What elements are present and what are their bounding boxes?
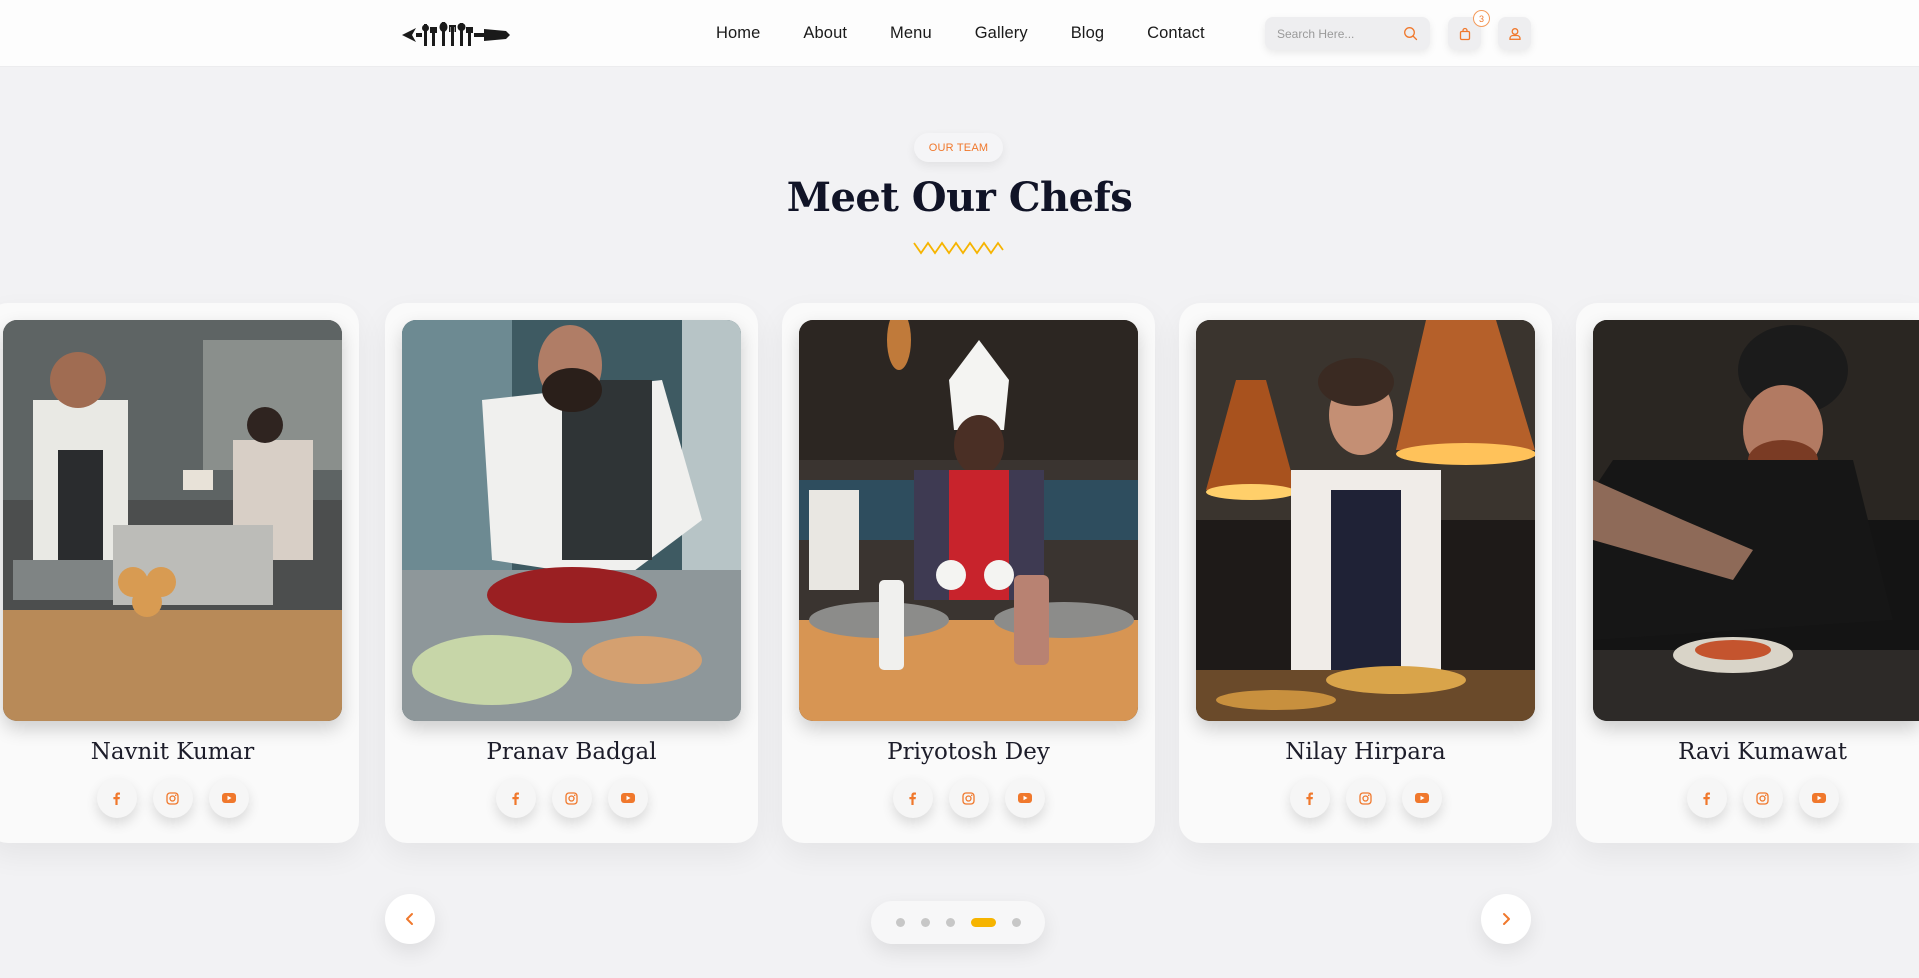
social-links <box>0 778 359 818</box>
youtube-link[interactable] <box>1798 778 1839 818</box>
slider-dot-active[interactable] <box>970 918 996 927</box>
facebook-icon <box>113 792 120 805</box>
nav-menu[interactable]: Menu <box>890 24 932 43</box>
facebook-icon <box>1306 792 1313 805</box>
facebook-link[interactable] <box>1289 778 1330 818</box>
forks-spoons-logo-icon[interactable] <box>402 20 510 50</box>
social-links <box>385 778 758 818</box>
section-tag: OUR TEAM <box>914 133 1003 162</box>
chef-name: Ravi Kumawat <box>1678 739 1847 765</box>
section-title: Meet Our Chefs <box>786 174 1133 221</box>
facebook-icon <box>512 792 519 805</box>
user-icon <box>1508 27 1521 40</box>
chevron-left-icon <box>406 913 413 925</box>
chef-card: Nilay Hirpara <box>1179 303 1552 843</box>
instagram-link[interactable] <box>1345 778 1386 818</box>
chef-card: Priyotosh Dey <box>782 303 1155 843</box>
main-nav: Home About Menu Gallery Blog Contact <box>716 0 1248 67</box>
chef-under-copper-lamps-photo <box>1196 320 1535 721</box>
chef-name: Nilay Hirpara <box>1285 739 1446 765</box>
search-icon[interactable] <box>1403 26 1418 41</box>
nav-blog[interactable]: Blog <box>1071 24 1104 43</box>
facebook-link[interactable] <box>495 778 536 818</box>
instagram-icon <box>1756 791 1769 805</box>
chef-plating-dish-photo <box>1593 320 1919 721</box>
user-button[interactable] <box>1498 17 1531 50</box>
slider-dot[interactable] <box>920 918 930 927</box>
facebook-link[interactable] <box>96 778 137 818</box>
chef-slicing-meat-photo <box>402 320 741 721</box>
youtube-icon <box>221 793 236 803</box>
nav-gallery[interactable]: Gallery <box>975 24 1028 43</box>
facebook-link[interactable] <box>892 778 933 818</box>
facebook-icon <box>1703 792 1710 805</box>
instagram-icon <box>962 791 975 805</box>
nav-about[interactable]: About <box>803 24 847 43</box>
social-links <box>1576 778 1919 818</box>
search-input[interactable] <box>1277 26 1397 41</box>
chevron-right-icon <box>1503 913 1510 925</box>
youtube-icon <box>620 793 635 803</box>
youtube-link[interactable] <box>1004 778 1045 818</box>
youtube-icon <box>1414 793 1429 803</box>
instagram-icon <box>1359 791 1372 805</box>
instagram-link[interactable] <box>551 778 592 818</box>
slider-pagination <box>871 901 1045 944</box>
slider-dot[interactable] <box>895 918 905 927</box>
site-header: Home About Menu Gallery Blog Contact 3 <box>0 0 1919 67</box>
chef-name: Priyotosh Dey <box>887 739 1050 765</box>
instagram-icon <box>565 791 578 805</box>
social-links <box>1179 778 1552 818</box>
chef-card: Pranav Badgal <box>385 303 758 843</box>
chef-card: Ravi Kumawat <box>1576 303 1919 843</box>
shopping-bag-icon <box>1459 27 1470 40</box>
cart-count-badge: 3 <box>1473 10 1490 27</box>
facebook-icon <box>909 792 916 805</box>
social-links <box>782 778 1155 818</box>
instagram-link[interactable] <box>152 778 193 818</box>
chef-card: Navnit Kumar <box>0 303 359 843</box>
prev-slide-button[interactable] <box>385 894 435 944</box>
youtube-icon <box>1811 793 1826 803</box>
chef-at-kitchen-counter-photo <box>3 320 342 721</box>
nav-contact[interactable]: Contact <box>1147 24 1205 43</box>
chef-name: Pranav Badgal <box>486 739 657 765</box>
chef-name: Navnit Kumar <box>90 739 255 765</box>
instagram-link[interactable] <box>948 778 989 818</box>
youtube-icon <box>1017 793 1032 803</box>
instagram-link[interactable] <box>1742 778 1783 818</box>
youtube-link[interactable] <box>607 778 648 818</box>
chef-in-red-apron-photo <box>799 320 1138 721</box>
search-box <box>1265 17 1430 50</box>
youtube-link[interactable] <box>208 778 249 818</box>
slider-dot[interactable] <box>1011 918 1021 927</box>
zigzag-divider-icon <box>913 241 1004 255</box>
slider-dot[interactable] <box>945 918 955 927</box>
facebook-link[interactable] <box>1686 778 1727 818</box>
nav-home[interactable]: Home <box>716 24 760 43</box>
instagram-icon <box>166 791 179 805</box>
next-slide-button[interactable] <box>1481 894 1531 944</box>
youtube-link[interactable] <box>1401 778 1442 818</box>
